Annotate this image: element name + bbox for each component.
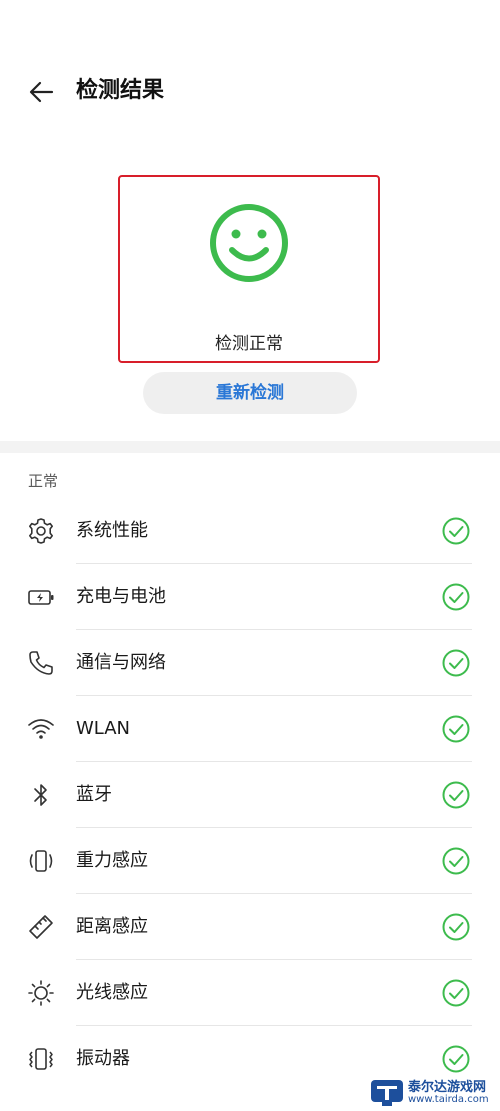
list-item-label: 蓝牙 xyxy=(76,784,112,805)
bluetooth-icon xyxy=(34,784,47,806)
list-item-label: 通信与网络 xyxy=(76,652,166,673)
watermark-logo-icon xyxy=(371,1080,403,1106)
list-item[interactable]: 充电与电池 xyxy=(0,564,500,630)
ruler-icon xyxy=(29,915,53,939)
list-item[interactable]: 蓝牙 xyxy=(0,762,500,828)
back-arrow-icon xyxy=(29,81,54,103)
wifi-icon xyxy=(28,719,54,739)
check-circle-icon xyxy=(442,913,470,941)
smiley-icon xyxy=(210,204,288,282)
watermark-url: www.tairda.com xyxy=(408,1094,489,1105)
header-bar: 检测结果 xyxy=(0,60,500,120)
check-circle-icon xyxy=(442,979,470,1007)
section-title: 正常 xyxy=(28,472,59,490)
check-circle-icon xyxy=(442,1045,470,1073)
phone-icon xyxy=(29,651,53,675)
recheck-button[interactable]: 重新检测 xyxy=(143,372,357,414)
vibrate-icon xyxy=(29,1048,53,1070)
list-item[interactable]: 光线感应 xyxy=(0,960,500,1026)
check-circle-icon xyxy=(442,715,470,743)
gear-icon xyxy=(29,518,53,544)
check-circle-icon xyxy=(442,781,470,809)
check-circle-icon xyxy=(442,847,470,875)
list-item[interactable]: 系统性能 xyxy=(0,498,500,564)
check-circle-icon xyxy=(442,649,470,677)
section-divider xyxy=(0,441,500,453)
result-status-text: 检测正常 xyxy=(215,334,283,354)
check-circle-icon xyxy=(442,583,470,611)
result-panel: 检测正常 xyxy=(118,175,380,363)
list-item-label: 光线感应 xyxy=(76,982,148,1003)
page-title: 检测结果 xyxy=(76,78,165,103)
list-item[interactable]: 重力感应 xyxy=(0,828,500,894)
battery-icon xyxy=(28,590,54,605)
check-circle-icon xyxy=(442,517,470,545)
back-button[interactable] xyxy=(24,74,60,110)
list-item-label: 振动器 xyxy=(76,1048,130,1069)
list-item[interactable]: 距离感应 xyxy=(0,894,500,960)
list-item-label: 充电与电池 xyxy=(76,586,166,607)
list-item-label: 重力感应 xyxy=(76,850,148,871)
list-item-label: 系统性能 xyxy=(76,520,148,541)
watermark-name: 泰尔达游戏网 xyxy=(408,1080,487,1095)
list-item[interactable]: 通信与网络 xyxy=(0,630,500,696)
sun-icon xyxy=(28,980,54,1006)
watermark: 泰尔达游戏网 www.tairda.com xyxy=(370,1072,500,1111)
list-item[interactable]: WLAN xyxy=(0,696,500,762)
gravity-sensor-icon xyxy=(29,850,53,872)
list-item-label: WLAN xyxy=(76,718,131,739)
list-item-label: 距离感应 xyxy=(76,916,148,937)
check-item-list: 系统性能 充电与电池 通信与网络 WLAN 蓝牙 重力感应 距离感应 光线感应 … xyxy=(0,498,500,1092)
